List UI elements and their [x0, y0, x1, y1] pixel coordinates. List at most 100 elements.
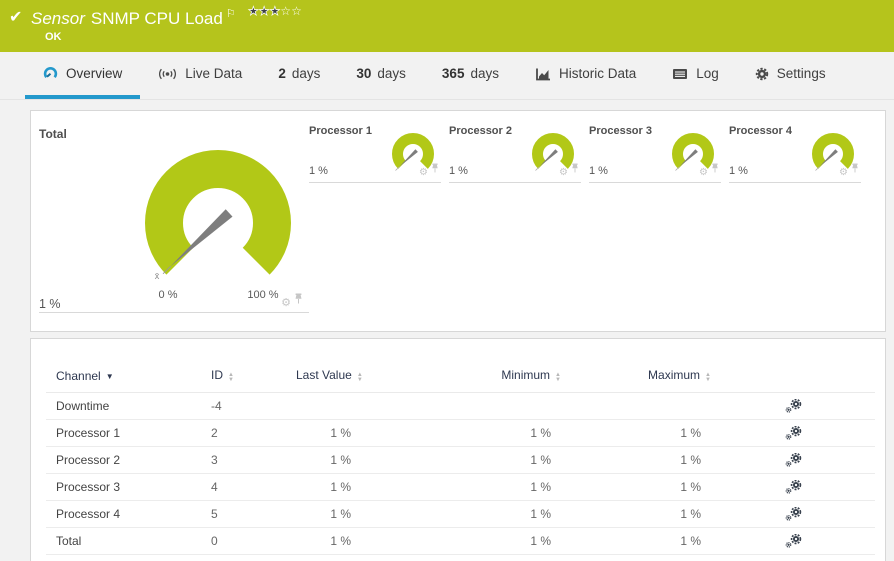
gauge-icon — [43, 66, 58, 81]
table-row-processor-2[interactable]: Processor 2 3 1 % 1 % 1 % — [46, 447, 875, 474]
star-empty-icon[interactable]: ☆ — [291, 4, 302, 18]
cell-minimum: 1 % — [381, 426, 561, 440]
tab-log[interactable]: Log — [654, 52, 737, 99]
gauge-label: Processor 2 — [449, 125, 512, 137]
gauge-block-processor-4[interactable]: Processor 4 1 % ⚙ — [729, 119, 861, 183]
cell-maximum: 1 % — [561, 426, 711, 440]
col-header-maximum[interactable]: Maximum ▲▼ — [561, 368, 711, 383]
gauges-panel: Total x̄ 0 % 100 % 1 % ⚙ Processor 1 1 %… — [30, 110, 886, 332]
cell-id: 3 — [206, 453, 296, 467]
status-badge: OK — [45, 31, 62, 43]
gauge-value: 1 % — [39, 297, 61, 311]
cell-minimum: 1 % — [381, 507, 561, 521]
col-header-id[interactable]: ID▲▼ — [206, 368, 296, 383]
cell-maximum: 1 % — [561, 507, 711, 521]
pin-icon[interactable] — [431, 160, 439, 178]
cell-last-value: 1 % — [296, 426, 381, 440]
priority-stars[interactable]: ★★★☆☆ — [248, 4, 302, 18]
gauge-settings-gear-icon[interactable]: ⚙ — [559, 167, 568, 178]
table-row-processor-1[interactable]: Processor 1 2 1 % 1 % 1 % — [46, 420, 875, 447]
cell-channel: Processor 1 — [46, 426, 206, 440]
tab-live-data[interactable]: Live Data — [140, 52, 260, 99]
cell-last-value: 1 % — [296, 453, 381, 467]
tab-overview[interactable]: Overview — [25, 52, 140, 99]
cell-minimum: 1 % — [381, 453, 561, 467]
tab-label: days — [292, 66, 321, 81]
cell-maximum: 1 % — [561, 453, 711, 467]
channel-settings-gears-icon[interactable] — [785, 426, 802, 440]
col-header-minimum[interactable]: Minimum▲▼ — [381, 368, 561, 383]
gauge-block-total[interactable]: Total x̄ 0 % 100 % 1 % ⚙ — [39, 123, 309, 313]
gauge-scale-min: 0 % — [148, 289, 188, 301]
col-header-label: Maximum — [648, 368, 700, 382]
tab-label: Log — [696, 66, 719, 81]
col-header-label: Minimum — [501, 368, 550, 382]
gauge-settings-gear-icon[interactable]: ⚙ — [281, 298, 291, 309]
flag-icon[interactable]: ⚐ — [226, 8, 236, 20]
channel-settings-gears-icon[interactable] — [785, 399, 802, 413]
cell-channel: Processor 4 — [46, 507, 206, 521]
channel-table-panel: Channel▼ ID▲▼ Last Value▲▼ Minimum▲▼ Max… — [30, 338, 886, 561]
cell-maximum: 1 % — [561, 480, 711, 494]
gauge-settings-gear-icon[interactable]: ⚙ — [699, 167, 708, 178]
pin-icon[interactable] — [711, 160, 719, 178]
star-filled-icon[interactable]: ★ — [270, 4, 281, 18]
cell-channel: Processor 3 — [46, 480, 206, 494]
gauge-label: Processor 3 — [589, 125, 652, 137]
sort-desc-icon: ▼ — [106, 372, 114, 381]
pin-icon[interactable] — [851, 160, 859, 178]
pin-icon[interactable] — [571, 160, 579, 178]
table-row-downtime[interactable]: Downtime -4 — [46, 393, 875, 420]
table-row-processor-3[interactable]: Processor 3 4 1 % 1 % 1 % — [46, 474, 875, 501]
gauge-block-processor-2[interactable]: Processor 2 1 % ⚙ — [449, 119, 581, 183]
cell-minimum: 1 % — [381, 480, 561, 494]
gauge-value: 1 % — [729, 165, 748, 177]
gauge-value: 1 % — [309, 165, 328, 177]
star-filled-icon[interactable]: ★ — [259, 4, 270, 18]
tab-day-count: 30 — [356, 66, 371, 81]
tab-2-days[interactable]: 2 days — [260, 52, 338, 99]
channel-settings-gears-icon[interactable] — [785, 534, 802, 548]
cell-channel: Downtime — [46, 399, 206, 413]
cell-id: 5 — [206, 507, 296, 521]
cell-channel: Total — [46, 534, 206, 548]
table-header-row: Channel▼ ID▲▼ Last Value▲▼ Minimum▲▼ Max… — [46, 359, 875, 393]
gauge-value: 1 % — [449, 165, 468, 177]
col-header-last-value[interactable]: Last Value▲▼ — [296, 368, 381, 383]
tab-bar: Overview Live Data 2 days 30 days 365 da… — [0, 52, 894, 100]
tab-label: Overview — [66, 66, 122, 81]
col-header-label: Channel — [56, 369, 101, 383]
star-filled-icon[interactable]: ★ — [248, 4, 259, 18]
cell-last-value: 1 % — [296, 534, 381, 548]
tab-day-count: 365 — [442, 66, 465, 81]
live-broadcast-icon — [158, 67, 177, 81]
tab-30-days[interactable]: 30 days — [338, 52, 424, 99]
gauge-settings-gear-icon[interactable]: ⚙ — [839, 167, 848, 178]
sensor-name: SNMP CPU Load — [91, 9, 223, 28]
pin-icon[interactable] — [294, 291, 303, 309]
table-row-total[interactable]: Total 0 1 % 1 % 1 % — [46, 528, 875, 555]
table-row-processor-4[interactable]: Processor 4 5 1 % 1 % 1 % — [46, 501, 875, 528]
sensor-title: SensorSNMP CPU Load⚐ — [31, 7, 236, 29]
col-header-label: ID — [211, 368, 223, 382]
star-empty-icon[interactable]: ☆ — [280, 4, 291, 18]
tab-historic-data[interactable]: Historic Data — [517, 52, 654, 99]
gear-icon — [755, 67, 769, 81]
tab-label: Settings — [777, 66, 826, 81]
gauge-block-processor-3[interactable]: Processor 3 1 % ⚙ — [589, 119, 721, 183]
tab-365-days[interactable]: 365 days — [424, 52, 517, 99]
sensor-header: ✔ SensorSNMP CPU Load⚐ ★★★☆☆ OK — [0, 0, 894, 52]
channel-settings-gears-icon[interactable] — [785, 480, 802, 494]
channel-settings-gears-icon[interactable] — [785, 507, 802, 521]
tab-settings[interactable]: Settings — [737, 52, 844, 99]
cell-id: -4 — [206, 399, 296, 413]
area-chart-icon — [535, 67, 551, 81]
cell-id: 0 — [206, 534, 296, 548]
tab-day-count: 2 — [278, 66, 286, 81]
channel-settings-gears-icon[interactable] — [785, 453, 802, 467]
col-header-channel[interactable]: Channel ▼ — [46, 369, 206, 383]
total-gauge — [118, 131, 298, 301]
sort-both-icon: ▲▼ — [705, 373, 711, 383]
gauge-block-processor-1[interactable]: Processor 1 1 % ⚙ — [309, 119, 441, 183]
gauge-settings-gear-icon[interactable]: ⚙ — [419, 167, 428, 178]
